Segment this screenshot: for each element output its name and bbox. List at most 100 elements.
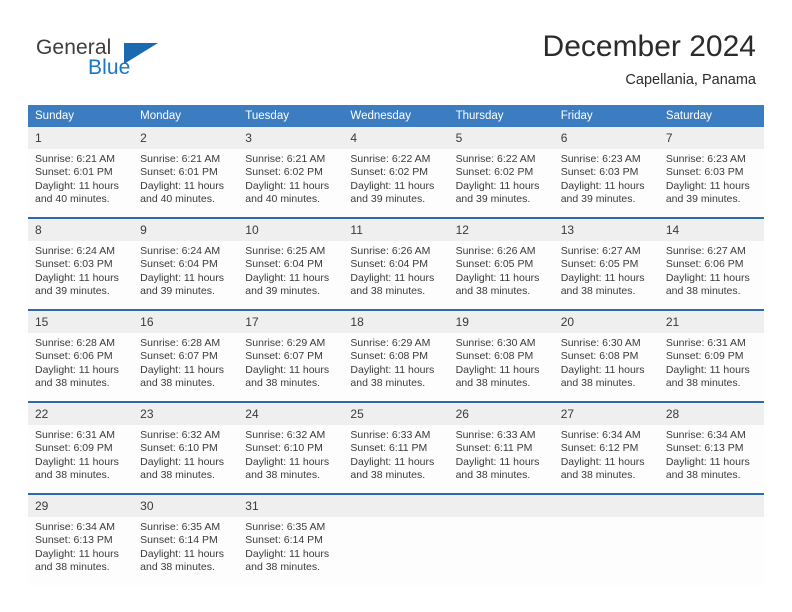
- daylight-text: Daylight: 11 hours and 38 minutes.: [140, 363, 224, 390]
- sunset-text: Sunset: 6:05 PM: [455, 258, 534, 271]
- sunset-text: Sunset: 6:03 PM: [35, 258, 113, 271]
- day-cell[interactable]: 19 Sunrise: 6:30 AM Sunset: 6:08 PM Dayligh…: [448, 311, 554, 401]
- day-info: Sunrise: 6:34 AM Sunset: 6:13 PM Daylight:…: [28, 517, 133, 575]
- daylight-text: Daylight: 11 hours and 38 minutes.: [140, 455, 224, 482]
- sunset-text: Sunset: 6:02 PM: [455, 166, 534, 179]
- sunrise-text: Sunrise: 6:24 AM: [35, 245, 115, 257]
- sunset-text: Sunset: 6:06 PM: [665, 258, 744, 271]
- day-number: 16: [133, 311, 239, 333]
- day-info: Sunrise: 6:29 AM Sunset: 6:08 PM Daylight:…: [343, 333, 448, 391]
- day-cell[interactable]: 7 Sunrise: 6:23 AM Sunset: 6:03 PM Daylight…: [658, 127, 764, 217]
- sunset-text: Sunset: 6:01 PM: [35, 166, 113, 179]
- day-cell[interactable]: 3 Sunrise: 6:21 AM Sunset: 6:02 PM Daylight…: [238, 127, 344, 217]
- day-info: Sunrise: 6:35 AM Sunset: 6:14 PM Daylight:…: [238, 517, 343, 575]
- sunset-text: Sunset: 6:08 PM: [350, 350, 429, 363]
- day-number: 25: [343, 403, 449, 425]
- sunset-text: Sunset: 6:14 PM: [245, 534, 323, 547]
- page-header: General Blue December 2024 Capellania, P…: [0, 0, 792, 96]
- day-cell[interactable]: 1 Sunrise: 6:21 AM Sunset: 6:01 PM Daylight…: [28, 127, 134, 217]
- day-cell[interactable]: 4 Sunrise: 6:22 AM Sunset: 6:02 PM Daylight…: [343, 127, 449, 217]
- location-subtitle: Capellania, Panama: [625, 72, 756, 88]
- day-info: Sunrise: 6:24 AM Sunset: 6:04 PM Daylight:…: [133, 241, 238, 299]
- day-number: 2: [133, 127, 239, 149]
- day-number: [448, 495, 554, 517]
- day-cell[interactable]: 23 Sunrise: 6:32 AM Sunset: 6:10 PM Dayligh…: [133, 403, 239, 493]
- day-number: 17: [238, 311, 344, 333]
- daylight-text: Daylight: 11 hours and 38 minutes.: [35, 547, 119, 574]
- sunrise-sunset-calendar-table: Sunday Monday Tuesday Wednesday Thursday…: [28, 105, 764, 585]
- day-info: Sunrise: 6:30 AM Sunset: 6:08 PM Daylight:…: [449, 333, 554, 391]
- day-cell[interactable]: 21 Sunrise: 6:31 AM Sunset: 6:09 PM Dayligh…: [658, 311, 764, 401]
- day-cell[interactable]: 29 Sunrise: 6:34 AM Sunset: 6:13 PM Dayligh…: [28, 495, 134, 585]
- day-cell[interactable]: 30 Sunrise: 6:35 AM Sunset: 6:14 PM Dayligh…: [133, 495, 239, 585]
- sunrise-text: Sunrise: 6:21 AM: [140, 153, 221, 165]
- daylight-text: Daylight: 11 hours and 39 minutes.: [140, 271, 224, 298]
- day-number: 13: [553, 219, 659, 241]
- sunset-text: Sunset: 6:06 PM: [35, 350, 113, 363]
- sunrise-text: Sunrise: 6:22 AM: [350, 153, 431, 165]
- sunset-text: Sunset: 6:09 PM: [665, 350, 744, 363]
- sunset-text: Sunset: 6:10 PM: [140, 442, 218, 455]
- day-number: 5: [448, 127, 554, 149]
- day-cell[interactable]: 8 Sunrise: 6:24 AM Sunset: 6:03 PM Daylight…: [28, 219, 134, 309]
- daylight-text: Daylight: 11 hours and 39 minutes.: [665, 179, 750, 206]
- day-cell[interactable]: 31 Sunrise: 6:35 AM Sunset: 6:14 PM Dayligh…: [238, 495, 344, 585]
- day-number: 6: [553, 127, 659, 149]
- day-number: 28: [658, 403, 764, 425]
- daylight-text: Daylight: 11 hours and 39 minutes.: [455, 179, 540, 206]
- day-number: 7: [658, 127, 764, 149]
- daylight-text: Daylight: 11 hours and 38 minutes.: [35, 363, 119, 390]
- sunrise-text: Sunrise: 6:24 AM: [140, 245, 221, 257]
- day-cell[interactable]: 25 Sunrise: 6:33 AM Sunset: 6:11 PM Dayligh…: [343, 403, 449, 493]
- sunset-text: Sunset: 6:10 PM: [245, 442, 323, 455]
- sunrise-text: Sunrise: 6:34 AM: [665, 429, 746, 441]
- day-number: 24: [238, 403, 344, 425]
- day-number: 4: [343, 127, 449, 149]
- day-cell[interactable]: 5 Sunrise: 6:22 AM Sunset: 6:02 PM Daylight…: [448, 127, 554, 217]
- day-info: Sunrise: 6:28 AM Sunset: 6:07 PM Daylight:…: [133, 333, 238, 391]
- day-cell-empty: [343, 495, 449, 585]
- day-info: Sunrise: 6:22 AM Sunset: 6:02 PM Daylight:…: [343, 149, 448, 207]
- general-blue-logo[interactable]: General Blue: [36, 36, 236, 84]
- day-cell[interactable]: 14 Sunrise: 6:27 AM Sunset: 6:06 PM Dayligh…: [658, 219, 764, 309]
- daylight-text: Daylight: 11 hours and 39 minutes.: [560, 179, 645, 206]
- day-cell[interactable]: 6 Sunrise: 6:23 AM Sunset: 6:03 PM Daylight…: [553, 127, 659, 217]
- day-number: 12: [448, 219, 554, 241]
- day-cell[interactable]: 13 Sunrise: 6:27 AM Sunset: 6:05 PM Dayligh…: [553, 219, 659, 309]
- day-cell[interactable]: 11 Sunrise: 6:26 AM Sunset: 6:04 PM Dayligh…: [343, 219, 449, 309]
- day-cell[interactable]: 16 Sunrise: 6:28 AM Sunset: 6:07 PM Dayligh…: [133, 311, 239, 401]
- daylight-text: Daylight: 11 hours and 38 minutes.: [140, 547, 224, 574]
- sunrise-text: Sunrise: 6:23 AM: [665, 153, 746, 165]
- page-title: December 2024: [542, 30, 756, 63]
- day-number: 1: [28, 127, 134, 149]
- day-cell[interactable]: 10 Sunrise: 6:25 AM Sunset: 6:04 PM Dayligh…: [238, 219, 344, 309]
- day-info: Sunrise: 6:21 AM Sunset: 6:01 PM Daylight:…: [28, 149, 133, 207]
- daylight-text: Daylight: 11 hours and 38 minutes.: [245, 455, 330, 482]
- calendar-body: 1 Sunrise: 6:21 AM Sunset: 6:01 PM Daylight…: [28, 127, 764, 585]
- day-cell[interactable]: 2 Sunrise: 6:21 AM Sunset: 6:01 PM Daylight…: [133, 127, 239, 217]
- week-row: 1 Sunrise: 6:21 AM Sunset: 6:01 PM Daylight…: [28, 127, 764, 217]
- sunset-text: Sunset: 6:05 PM: [560, 258, 639, 271]
- day-cell[interactable]: 26 Sunrise: 6:33 AM Sunset: 6:11 PM Dayligh…: [448, 403, 554, 493]
- sunrise-text: Sunrise: 6:35 AM: [245, 521, 326, 533]
- day-cell[interactable]: 20 Sunrise: 6:30 AM Sunset: 6:08 PM Dayligh…: [553, 311, 659, 401]
- day-cell[interactable]: 28 Sunrise: 6:34 AM Sunset: 6:13 PM Dayligh…: [658, 403, 764, 493]
- day-cell[interactable]: 17 Sunrise: 6:29 AM Sunset: 6:07 PM Dayligh…: [238, 311, 344, 401]
- day-info: Sunrise: 6:23 AM Sunset: 6:03 PM Daylight:…: [659, 149, 764, 207]
- daylight-text: Daylight: 11 hours and 38 minutes.: [665, 455, 750, 482]
- day-info: Sunrise: 6:24 AM Sunset: 6:03 PM Daylight:…: [28, 241, 133, 299]
- sunset-text: Sunset: 6:04 PM: [245, 258, 323, 271]
- day-info: Sunrise: 6:26 AM Sunset: 6:04 PM Daylight:…: [343, 241, 448, 299]
- day-info: Sunrise: 6:34 AM Sunset: 6:12 PM Daylight:…: [554, 425, 659, 483]
- daylight-text: Daylight: 11 hours and 40 minutes.: [245, 179, 330, 206]
- day-cell[interactable]: 15 Sunrise: 6:28 AM Sunset: 6:06 PM Dayligh…: [28, 311, 134, 401]
- day-cell[interactable]: 12 Sunrise: 6:26 AM Sunset: 6:05 PM Dayligh…: [448, 219, 554, 309]
- day-cell[interactable]: 18 Sunrise: 6:29 AM Sunset: 6:08 PM Dayligh…: [343, 311, 449, 401]
- day-cell[interactable]: 24 Sunrise: 6:32 AM Sunset: 6:10 PM Dayligh…: [238, 403, 344, 493]
- day-cell[interactable]: 22 Sunrise: 6:31 AM Sunset: 6:09 PM Dayligh…: [28, 403, 134, 493]
- day-cell[interactable]: 9 Sunrise: 6:24 AM Sunset: 6:04 PM Daylight…: [133, 219, 239, 309]
- day-info: Sunrise: 6:32 AM Sunset: 6:10 PM Daylight:…: [238, 425, 343, 483]
- day-info: Sunrise: 6:30 AM Sunset: 6:08 PM Daylight:…: [554, 333, 659, 391]
- day-cell[interactable]: 27 Sunrise: 6:34 AM Sunset: 6:12 PM Dayligh…: [553, 403, 659, 493]
- sunset-text: Sunset: 6:11 PM: [455, 442, 533, 455]
